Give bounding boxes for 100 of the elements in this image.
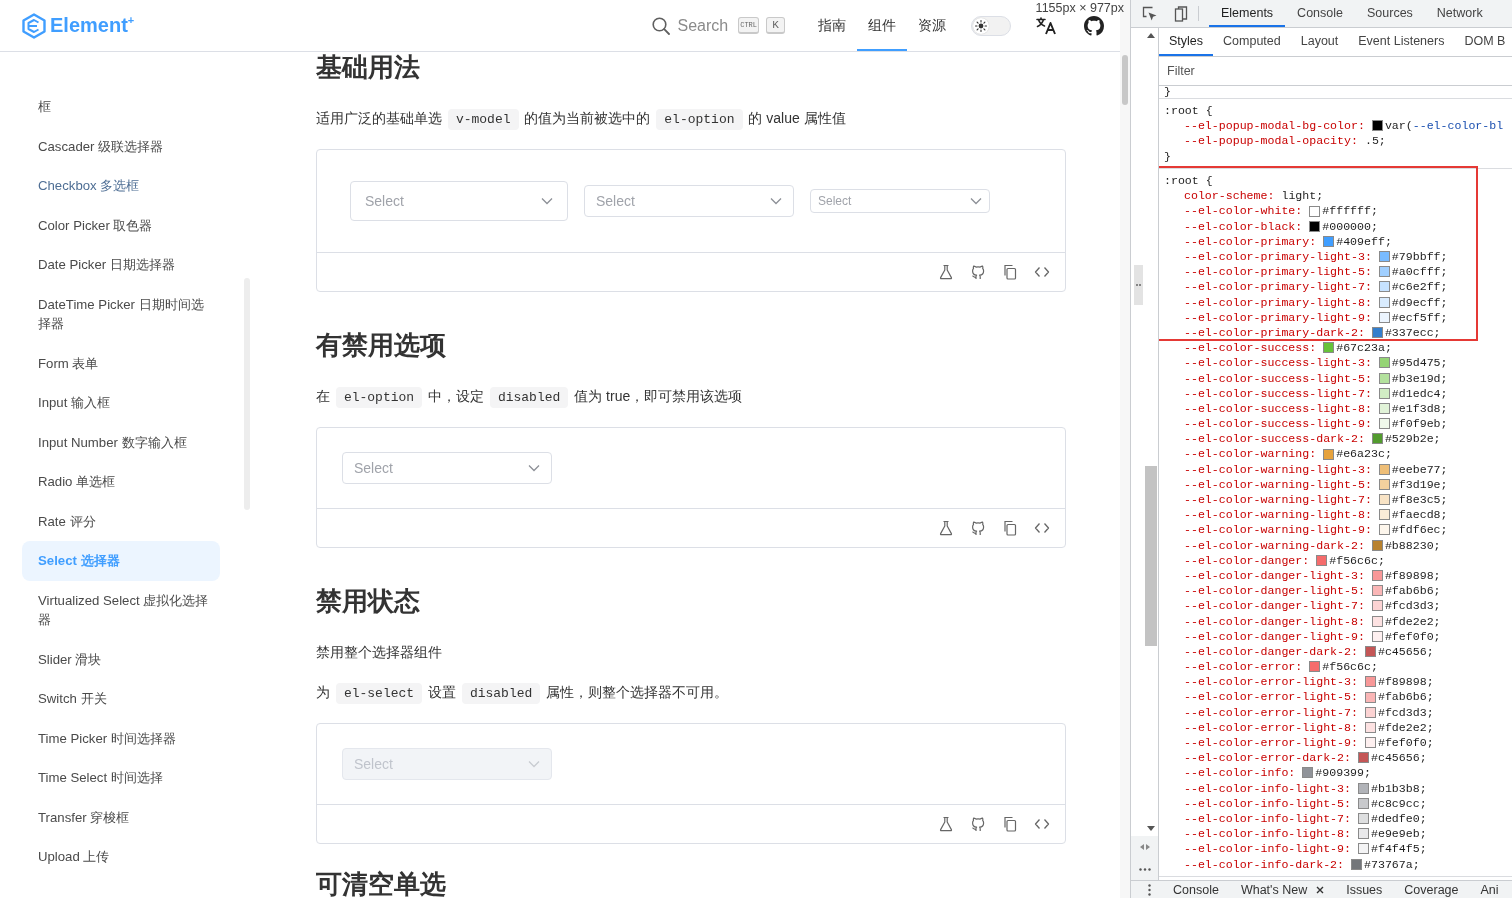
sidebar-item[interactable]: Form 表单 bbox=[22, 343, 220, 383]
left-right-arrows-icon[interactable] bbox=[1139, 844, 1150, 850]
color-swatch-icon[interactable] bbox=[1364, 646, 1376, 657]
color-swatch-icon[interactable] bbox=[1378, 281, 1390, 293]
sidebar-item[interactable]: DateTime Picker 日期时间选择器 bbox=[22, 284, 220, 344]
scrollbar-thumb[interactable] bbox=[1122, 55, 1128, 105]
color-swatch-icon[interactable] bbox=[1371, 615, 1383, 627]
devtools-tab[interactable]: Elements bbox=[1209, 0, 1286, 27]
color-swatch-icon[interactable] bbox=[1378, 296, 1390, 308]
color-swatch-icon[interactable] bbox=[1358, 843, 1369, 855]
color-swatch-icon[interactable] bbox=[1378, 494, 1390, 506]
color-swatch-icon[interactable] bbox=[1378, 509, 1390, 521]
scroll-down-icon[interactable] bbox=[1147, 826, 1155, 831]
color-swatch-icon[interactable] bbox=[1302, 767, 1314, 779]
sidebar-item[interactable]: Input 输入框 bbox=[22, 383, 220, 423]
color-swatch-icon[interactable] bbox=[1378, 251, 1390, 263]
drawer-tab[interactable]: Issues bbox=[1335, 882, 1394, 897]
color-swatch-icon[interactable] bbox=[1323, 342, 1335, 354]
drawer-tab[interactable]: Console bbox=[1162, 882, 1230, 897]
copy-icon[interactable] bbox=[1002, 816, 1018, 832]
color-swatch-icon[interactable] bbox=[1358, 813, 1369, 825]
drawer-tab[interactable]: Coverage bbox=[1393, 882, 1470, 897]
color-swatch-icon[interactable] bbox=[1371, 433, 1383, 445]
color-swatch-icon[interactable] bbox=[1378, 311, 1390, 323]
sidebar-item[interactable]: Date Picker 日期选择器 bbox=[22, 245, 220, 285]
drawer-tab[interactable]: What's New bbox=[1229, 882, 1336, 897]
css-variable-link[interactable]: --el-color-bl bbox=[1412, 118, 1504, 134]
sidebar-item[interactable]: Cascader 级联选择器 bbox=[22, 126, 220, 166]
color-swatch-icon[interactable] bbox=[1378, 266, 1390, 278]
theme-switch[interactable] bbox=[971, 15, 1011, 36]
styles-tab[interactable]: Styles bbox=[1159, 28, 1214, 56]
color-swatch-icon[interactable] bbox=[1309, 661, 1321, 673]
sidebar-item[interactable]: Virtualized Select 虚拟化选择器 bbox=[22, 580, 220, 640]
devtools-tab[interactable]: Network bbox=[1424, 0, 1495, 27]
color-swatch-icon[interactable] bbox=[1378, 524, 1390, 536]
translate-icon[interactable] bbox=[1036, 16, 1058, 35]
drawer-tab[interactable]: Ani bbox=[1469, 882, 1510, 897]
sidebar-item[interactable]: Input Number 数字输入框 bbox=[22, 422, 220, 462]
inspect-icon[interactable] bbox=[1142, 5, 1158, 22]
color-swatch-icon[interactable] bbox=[1358, 828, 1369, 840]
color-swatch-icon[interactable] bbox=[1371, 539, 1383, 551]
color-swatch-icon[interactable] bbox=[1323, 448, 1335, 460]
kebab-menu-icon[interactable] bbox=[1148, 883, 1151, 896]
color-swatch-icon[interactable] bbox=[1378, 372, 1390, 384]
scrollbar-thumb[interactable] bbox=[1145, 466, 1157, 646]
color-swatch-icon[interactable] bbox=[1371, 630, 1383, 642]
styles-tab[interactable]: Computed bbox=[1213, 28, 1291, 56]
color-swatch-icon[interactable] bbox=[1364, 691, 1376, 703]
device-toggle-icon[interactable] bbox=[1172, 5, 1188, 22]
styles-tab[interactable]: DOM B bbox=[1454, 28, 1512, 56]
sidebar-item[interactable]: Slider 滑块 bbox=[22, 639, 220, 679]
color-swatch-icon[interactable] bbox=[1378, 478, 1390, 490]
sidebar-item[interactable]: Radio 单选框 bbox=[22, 462, 220, 502]
color-swatch-icon[interactable] bbox=[1351, 858, 1363, 870]
sidebar-item[interactable]: 框 bbox=[22, 87, 220, 127]
color-swatch-icon[interactable] bbox=[1309, 220, 1321, 232]
flask-icon[interactable] bbox=[938, 520, 954, 536]
color-swatch-icon[interactable] bbox=[1358, 782, 1369, 794]
github-icon[interactable] bbox=[1084, 15, 1104, 36]
styles-tab[interactable]: Event Listeners bbox=[1348, 28, 1455, 56]
styles-tab[interactable]: Layout bbox=[1290, 28, 1349, 56]
close-icon[interactable] bbox=[1316, 885, 1325, 894]
sidebar-item[interactable]: Time Select 时间选择 bbox=[22, 758, 220, 798]
color-swatch-icon[interactable] bbox=[1371, 327, 1383, 339]
color-swatch-icon[interactable] bbox=[1364, 706, 1376, 718]
sidebar-item[interactable]: Time Picker 时间选择器 bbox=[22, 718, 220, 758]
devtools-tab[interactable]: Sources bbox=[1355, 0, 1425, 27]
color-swatch-icon[interactable] bbox=[1371, 120, 1383, 132]
color-swatch-icon[interactable] bbox=[1323, 235, 1335, 247]
color-swatch-icon[interactable] bbox=[1371, 570, 1383, 582]
color-swatch-icon[interactable] bbox=[1364, 721, 1376, 733]
color-swatch-icon[interactable] bbox=[1316, 554, 1328, 566]
flask-icon[interactable] bbox=[938, 264, 954, 280]
sidebar-item[interactable]: Color Picker 取色器 bbox=[22, 205, 220, 245]
devtools-tab[interactable]: Console bbox=[1285, 0, 1355, 27]
sidebar-item[interactable]: Upload 上传 bbox=[22, 837, 220, 877]
nav-link[interactable]: 指南 bbox=[807, 0, 857, 51]
nav-link[interactable]: 资源 bbox=[907, 0, 957, 51]
sidebar-item[interactable]: Transfer 穿梭框 bbox=[22, 797, 220, 837]
color-swatch-icon[interactable] bbox=[1358, 752, 1369, 764]
color-swatch-icon[interactable] bbox=[1378, 418, 1390, 430]
color-swatch-icon[interactable] bbox=[1364, 676, 1376, 688]
color-swatch-icon[interactable] bbox=[1358, 797, 1369, 809]
sidebar-item[interactable]: Checkbox 多选框 bbox=[22, 166, 220, 206]
color-swatch-icon[interactable] bbox=[1378, 387, 1390, 399]
color-swatch-icon[interactable] bbox=[1364, 737, 1376, 749]
sidebar-item[interactable]: Rate 评分 bbox=[22, 501, 220, 541]
nav-link[interactable]: 组件 bbox=[857, 0, 907, 51]
sidebar-item[interactable]: Switch 开关 bbox=[22, 679, 220, 719]
color-swatch-icon[interactable] bbox=[1371, 585, 1383, 597]
flask-icon[interactable] bbox=[938, 816, 954, 832]
copy-icon[interactable] bbox=[1002, 520, 1018, 536]
copy-icon[interactable] bbox=[1002, 264, 1018, 280]
color-swatch-icon[interactable] bbox=[1378, 403, 1390, 414]
drag-handle-icon[interactable] bbox=[1134, 265, 1143, 305]
scroll-up-icon[interactable] bbox=[1147, 33, 1155, 38]
color-swatch-icon[interactable] bbox=[1371, 600, 1383, 612]
color-swatch-icon[interactable] bbox=[1378, 357, 1390, 369]
color-swatch-icon[interactable] bbox=[1378, 463, 1390, 475]
color-swatch-icon[interactable] bbox=[1309, 205, 1321, 217]
